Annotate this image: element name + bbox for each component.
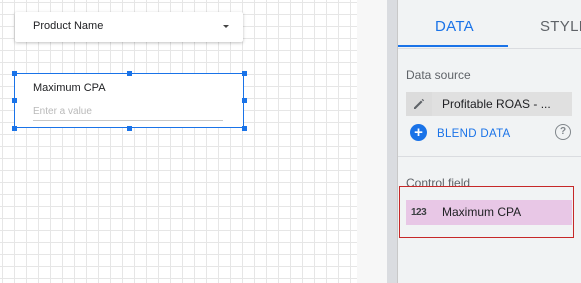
- input-control-title: Maximum CPA: [33, 82, 106, 94]
- tab-style[interactable]: STYLE: [540, 18, 581, 35]
- tab-data[interactable]: DATA: [435, 18, 474, 35]
- maximum-cpa-input-control[interactable]: Maximum CPA: [14, 73, 244, 128]
- canvas-gutter: [357, 0, 387, 283]
- panel-tabs: DATA STYLE: [398, 0, 581, 49]
- resize-handle-top-right[interactable]: [242, 71, 247, 76]
- panel-divider[interactable]: [387, 0, 397, 283]
- pencil-icon[interactable]: [406, 92, 432, 116]
- product-name-dropdown[interactable]: Product Name: [15, 12, 243, 42]
- report-canvas[interactable]: Product Name Maximum CPA: [0, 0, 357, 283]
- blend-data-button[interactable]: + BLEND DATA ?: [410, 123, 574, 145]
- resize-handle-bottom-left[interactable]: [12, 126, 17, 131]
- annotation-highlight-box: [399, 186, 574, 238]
- data-source-title: Data source: [406, 68, 471, 82]
- resize-handle-top[interactable]: [127, 71, 132, 76]
- resize-handle-bottom-right[interactable]: [242, 126, 247, 131]
- resize-handle-left[interactable]: [12, 98, 17, 103]
- help-icon[interactable]: ?: [555, 124, 571, 140]
- value-input[interactable]: [33, 102, 223, 121]
- resize-handle-top-left[interactable]: [12, 71, 17, 76]
- plus-circle-icon[interactable]: +: [410, 124, 427, 141]
- properties-panel: DATA STYLE Data source Profitable ROAS -…: [397, 0, 581, 283]
- dropdown-label: Product Name: [33, 20, 104, 32]
- blend-data-label[interactable]: BLEND DATA: [437, 128, 511, 140]
- section-divider: [398, 156, 581, 157]
- active-tab-indicator: [398, 45, 508, 47]
- resize-handle-right[interactable]: [242, 98, 247, 103]
- resize-handle-bottom[interactable]: [127, 126, 132, 131]
- caret-down-icon[interactable]: [223, 25, 229, 28]
- data-source-row[interactable]: Profitable ROAS - ...: [406, 92, 572, 116]
- data-source-name: Profitable ROAS - ...: [442, 97, 551, 111]
